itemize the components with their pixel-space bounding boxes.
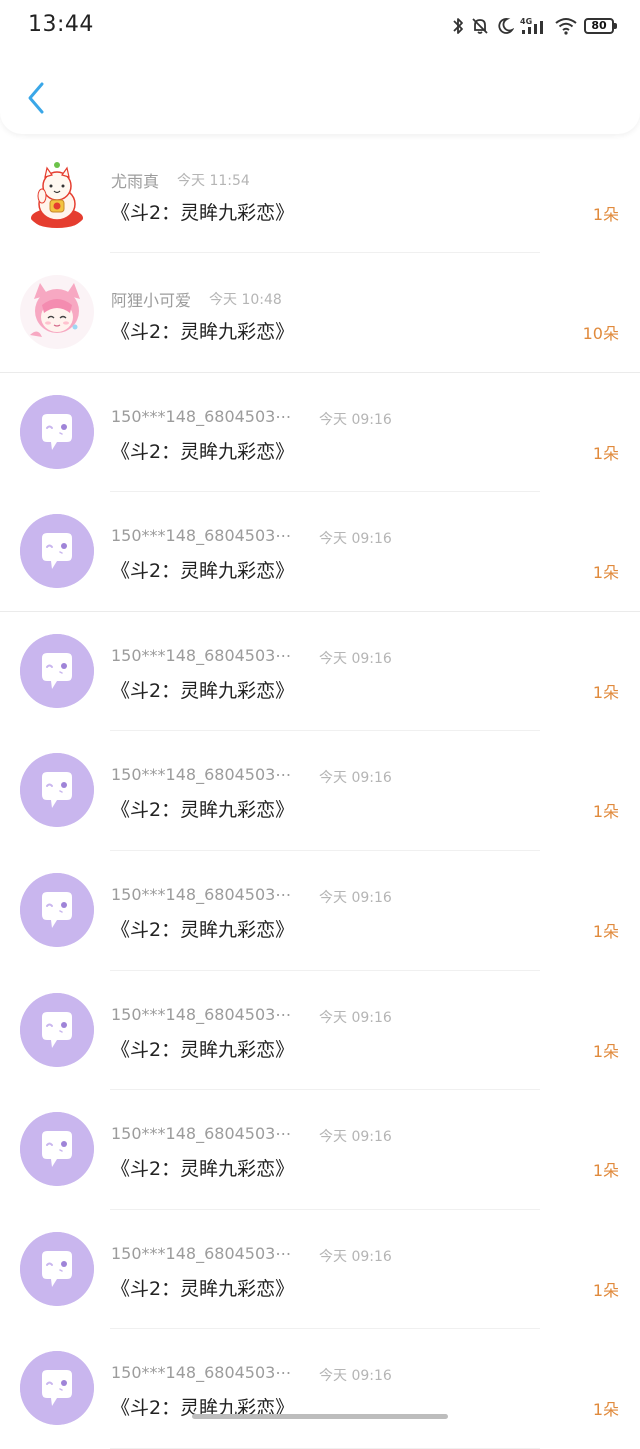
work-title: 《斗2：灵眸九彩恋》 [111, 799, 295, 822]
lucky-cat-avatar[interactable] [20, 156, 94, 230]
work-title: 《斗2：灵眸九彩恋》 [111, 202, 295, 224]
timestamp: 今天 09:16 [319, 1009, 392, 1026]
bluetooth-icon [452, 16, 464, 36]
list-item[interactable]: 150***148_6804503⋯ 今天 09:16 《斗2：灵眸九彩恋》 1朵 [0, 851, 640, 971]
sender-name: 阿狸小可爱 [111, 291, 192, 310]
work-title: 《斗2：灵眸九彩恋》 [111, 1158, 295, 1181]
default-chat-avatar[interactable] [20, 1112, 94, 1187]
status-icons: 4G 80 [452, 14, 617, 38]
flower-count: 1朵 [592, 921, 619, 941]
status-time: 13:44 [28, 12, 94, 37]
sender-info: 150***148_6804503⋯ 今天 09:16 [111, 1363, 392, 1385]
sender-info: 150***148_6804503⋯ 今天 09:16 [111, 646, 392, 668]
list-item[interactable]: 尤雨真 今天 11:54 《斗2：灵眸九彩恋》 1朵 [0, 134, 640, 253]
flower-count: 10朵 [582, 324, 619, 343]
timestamp: 今天 09:16 [319, 770, 392, 787]
flower-count: 1朵 [592, 1161, 619, 1181]
sender-info: 150***148_6804503⋯ 今天 09:16 [111, 526, 392, 548]
work-title: 《斗2：灵眸九彩恋》 [111, 1038, 295, 1061]
work-title: 《斗2：灵眸九彩恋》 [111, 321, 295, 343]
timestamp: 今天 09:16 [319, 650, 392, 667]
default-chat-avatar[interactable] [20, 753, 94, 828]
flower-count: 1朵 [592, 1041, 619, 1061]
gift-record-list: 尤雨真 今天 11:54 《斗2：灵眸九彩恋》 1朵 阿狸小可爱 今天 10:48 《斗2… [0, 134, 640, 1449]
sender-name: 150***148_6804503⋯ [111, 406, 292, 426]
timestamp: 今天 09:16 [319, 411, 392, 428]
sender-info: 150***148_6804503⋯ 今天 09:16 [111, 1005, 392, 1027]
list-item[interactable]: 150***148_6804503⋯ 今天 09:16 《斗2：灵眸九彩恋》 1朵 [0, 612, 640, 732]
sender-info: 150***148_6804503⋯ 今天 09:16 [111, 885, 392, 907]
network-label: 4G [520, 17, 532, 26]
list-item[interactable]: 150***148_6804503⋯ 今天 09:16 《斗2：灵眸九彩恋》 1朵 [0, 1329, 640, 1449]
sender-info: 150***148_6804503⋯ 今天 09:16 [111, 765, 392, 787]
default-chat-avatar[interactable] [20, 633, 94, 708]
timestamp: 今天 09:16 [319, 1129, 392, 1146]
sender-name: 150***148_6804503⋯ [111, 645, 292, 665]
sender-info: 150***148_6804503⋯ 今天 09:16 [111, 1124, 392, 1146]
default-chat-avatar[interactable] [20, 992, 94, 1067]
default-chat-avatar[interactable] [20, 872, 94, 947]
sender-info: 150***148_6804503⋯ 今天 09:16 [111, 1244, 392, 1266]
timestamp: 今天 09:16 [319, 1368, 392, 1385]
sender-name: 150***148_6804503⋯ [111, 765, 292, 785]
flower-count: 1朵 [592, 1280, 619, 1300]
sender-name: 150***148_6804503⋯ [111, 1004, 292, 1024]
wifi-icon [554, 16, 578, 36]
sender-name: 150***148_6804503⋯ [111, 884, 292, 904]
timestamp: 今天 09:16 [319, 889, 392, 906]
default-chat-avatar[interactable] [20, 394, 94, 469]
work-title: 《斗2：灵眸九彩恋》 [111, 918, 295, 941]
default-chat-avatar[interactable] [20, 1351, 94, 1426]
home-indicator[interactable] [192, 1414, 448, 1419]
battery-icon: 80 [584, 18, 617, 34]
sender-name: 尤雨真 [111, 172, 160, 191]
sender-info: 尤雨真 今天 11:54 [111, 168, 250, 192]
sender-info: 150***148_6804503⋯ 今天 09:16 [111, 407, 392, 429]
sender-name: 150***148_6804503⋯ [111, 1243, 292, 1263]
mute-icon [470, 16, 490, 36]
list-item[interactable]: 150***148_6804503⋯ 今天 09:16 《斗2：灵眸九彩恋》 1朵 [0, 373, 640, 493]
flower-count: 1朵 [592, 563, 619, 583]
timestamp: 今天 10:48 [209, 292, 282, 308]
default-chat-avatar[interactable] [20, 514, 94, 589]
chevron-left-icon [26, 81, 46, 119]
flower-count: 1朵 [592, 802, 619, 822]
sender-name: 150***148_6804503⋯ [111, 526, 292, 546]
sender-info: 阿狸小可爱 今天 10:48 [111, 287, 282, 311]
sender-name: 150***148_6804503⋯ [111, 1363, 292, 1383]
list-item[interactable]: 阿狸小可爱 今天 10:48 《斗2：灵眸九彩恋》 10朵 [0, 253, 640, 373]
moon-icon [496, 16, 514, 36]
list-item[interactable]: 150***148_6804503⋯ 今天 09:16 《斗2：灵眸九彩恋》 1朵 [0, 492, 640, 612]
timestamp: 今天 11:54 [177, 173, 250, 189]
timestamp: 今天 09:16 [319, 531, 392, 548]
list-item[interactable]: 150***148_6804503⋯ 今天 09:16 《斗2：灵眸九彩恋》 1朵 [0, 731, 640, 851]
work-title: 《斗2：灵眸九彩恋》 [111, 679, 295, 702]
work-title: 《斗2：灵眸九彩恋》 [111, 440, 295, 463]
flower-count: 1朵 [592, 682, 619, 702]
list-item[interactable]: 150***148_6804503⋯ 今天 09:16 《斗2：灵眸九彩恋》 1朵 [0, 1090, 640, 1210]
default-chat-avatar[interactable] [20, 1231, 94, 1306]
timestamp: 今天 09:16 [319, 1248, 392, 1265]
list-item[interactable]: 150***148_6804503⋯ 今天 09:16 《斗2：灵眸九彩恋》 1朵 [0, 971, 640, 1091]
signal-icon: 4G [520, 16, 548, 36]
flower-count: 1朵 [592, 1400, 619, 1420]
flower-count: 1朵 [592, 443, 619, 463]
status-bar: 13:44 4G 80 [0, 0, 640, 50]
list-item[interactable]: 150***148_6804503⋯ 今天 09:16 《斗2：灵眸九彩恋》 1朵 [0, 1210, 640, 1330]
anime-catgirl-avatar[interactable] [20, 275, 94, 349]
back-button[interactable] [18, 78, 54, 122]
sender-name: 150***148_6804503⋯ [111, 1124, 292, 1144]
work-title: 《斗2：灵眸九彩恋》 [111, 1277, 295, 1300]
flower-count: 1朵 [592, 205, 619, 224]
work-title: 《斗2：灵眸九彩恋》 [111, 560, 295, 583]
